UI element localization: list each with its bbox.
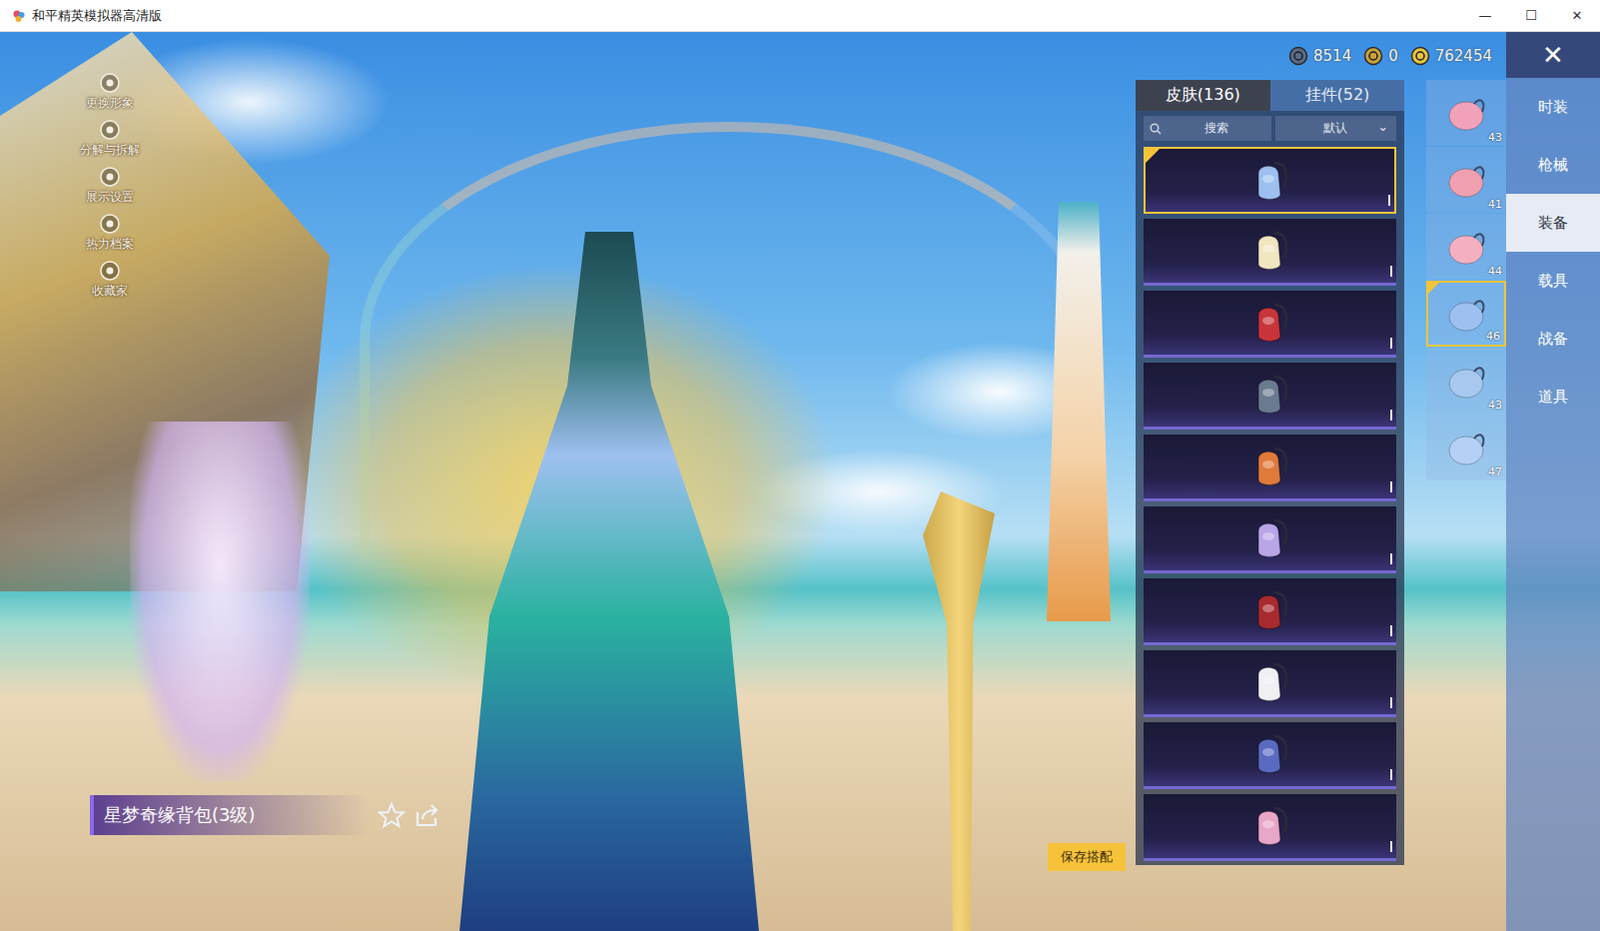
item-card[interactable] (1143, 650, 1397, 718)
backpack-icon (1248, 514, 1293, 563)
item-card[interactable] (1143, 146, 1397, 214)
backpack-icon (1248, 156, 1293, 205)
close-button[interactable]: ✕ (1506, 31, 1600, 78)
item-card[interactable] (1143, 578, 1397, 646)
emulator-window: 和平精英模拟器高清版—☐✕更换形象分解与拆解展示设置热力档案收藏家星梦奇缘背包(… (0, 0, 1600, 931)
lighthouse (1038, 201, 1119, 622)
tab[interactable]: 挂件(52) (1270, 79, 1406, 111)
selected-check-icon (1145, 148, 1160, 163)
backpack-icon (1248, 730, 1293, 779)
side-menu-item[interactable]: 分解与拆解 (71, 118, 148, 162)
item-marker (1390, 409, 1393, 421)
title-bar: 和平精英模拟器高清版 —☐✕ (0, 0, 1600, 32)
side-menu-item[interactable]: 热力档案 (71, 212, 148, 256)
variant-thumbnail[interactable]: 47 (1426, 414, 1507, 481)
category-tab[interactable]: 枪械 (1506, 135, 1600, 194)
category-tab[interactable]: 装备 (1506, 193, 1600, 252)
scene-view[interactable]: 更换形象分解与拆解展示设置热力档案收藏家星梦奇缘背包(3级) 保存搭配 (0, 31, 1136, 931)
backpack-icon (1248, 801, 1293, 850)
variant-thumbnail[interactable]: 46 (1426, 280, 1507, 347)
side-menu-item[interactable]: 展示设置 (71, 165, 148, 209)
backpack-icon (1248, 298, 1293, 347)
coin-icon (1363, 45, 1384, 66)
variant-icon (1442, 89, 1491, 136)
item-card[interactable] (1143, 362, 1397, 430)
variant-icon (1442, 357, 1491, 404)
item-card[interactable] (1143, 506, 1397, 574)
menu-icon (98, 71, 121, 94)
currency: 762454 (1410, 45, 1493, 66)
variant-icon (1442, 223, 1491, 270)
item-marker (1390, 481, 1393, 493)
selected-check-icon (1428, 282, 1440, 294)
currency-bar: 8514 0 762454 (1135, 31, 1507, 80)
inventory-panel: 85140762454皮肤(136)挂件(52)搜索默认⌄43414446434… (1135, 31, 1507, 931)
backpack-icon (1248, 586, 1293, 635)
sort-dropdown[interactable]: 默认⌄ (1275, 115, 1398, 141)
category-tab[interactable]: 道具 (1506, 367, 1600, 426)
menu-icon (98, 165, 121, 188)
window-title: 和平精英模拟器高清版 (31, 6, 162, 25)
item-card[interactable] (1143, 218, 1397, 286)
coin-icon (1410, 45, 1431, 66)
currency: 0 (1363, 45, 1399, 66)
tab-bar: 皮肤(136)挂件(52) (1135, 79, 1405, 111)
backpack-icon (1248, 370, 1293, 419)
item-marker (1390, 697, 1393, 709)
backpack-icon (1248, 658, 1293, 707)
item-marker (1388, 194, 1391, 206)
variant-thumbnail[interactable]: 43 (1426, 79, 1507, 146)
app-logo-icon (11, 8, 26, 23)
variant-icon (1442, 290, 1491, 337)
variant-icon (1442, 424, 1491, 471)
share-icon[interactable] (413, 801, 442, 828)
item-marker (1390, 553, 1393, 565)
side-menu-item[interactable]: 收藏家 (71, 259, 148, 303)
item-marker (1390, 625, 1393, 637)
menu-icon (98, 212, 121, 235)
side-menu: 更换形象分解与拆解展示设置热力档案收藏家 (71, 71, 148, 303)
category-tab[interactable]: 战备 (1506, 309, 1600, 368)
menu-icon (98, 118, 121, 141)
item-list (1143, 146, 1397, 861)
variant-thumbnail[interactable]: 44 (1426, 213, 1507, 280)
item-panel: 皮肤(136)挂件(52) 搜索默认⌄ (1135, 79, 1405, 865)
category-tab[interactable]: 时装 (1506, 77, 1600, 136)
currency: 8514 (1288, 45, 1352, 66)
window-control-button[interactable]: ☐ (1508, 0, 1555, 31)
category-column: ✕时装枪械装备载具战备道具 (1506, 31, 1600, 931)
side-menu-item[interactable]: 更换形象 (71, 71, 148, 115)
backpack-icon (1248, 442, 1293, 491)
backpack-icon (1248, 226, 1293, 275)
item-marker (1390, 840, 1393, 852)
item-marker (1390, 769, 1393, 781)
selected-item-name: 星梦奇缘背包(3级) (89, 795, 370, 835)
staff (898, 491, 1019, 931)
variant-thumbnail[interactable]: 43 (1426, 347, 1507, 414)
search-icon (1149, 122, 1162, 135)
favorite-star-icon[interactable] (377, 801, 406, 828)
variant-icon (1442, 156, 1491, 203)
menu-icon (98, 259, 121, 282)
save-outfit-button[interactable]: 保存搭配 (1047, 842, 1126, 871)
search-field[interactable]: 搜索 (1143, 115, 1272, 141)
item-marker (1390, 337, 1393, 349)
category-tab[interactable]: 载具 (1506, 251, 1600, 310)
item-card[interactable] (1143, 434, 1397, 502)
item-card[interactable] (1143, 290, 1397, 358)
item-marker (1390, 265, 1393, 277)
item-card[interactable] (1143, 722, 1397, 790)
item-card[interactable] (1143, 794, 1397, 861)
variant-list: 434144464347 (1426, 79, 1507, 865)
window-control-button[interactable]: — (1462, 0, 1509, 31)
variant-thumbnail[interactable]: 41 (1426, 146, 1507, 213)
game-screen: 更换形象分解与拆解展示设置热力档案收藏家星梦奇缘背包(3级) 保存搭配 8514 07… (0, 31, 1600, 931)
window-control-button[interactable]: ✕ (1554, 0, 1600, 31)
tab[interactable]: 皮肤(136) (1135, 79, 1271, 111)
coin-icon (1288, 45, 1309, 66)
